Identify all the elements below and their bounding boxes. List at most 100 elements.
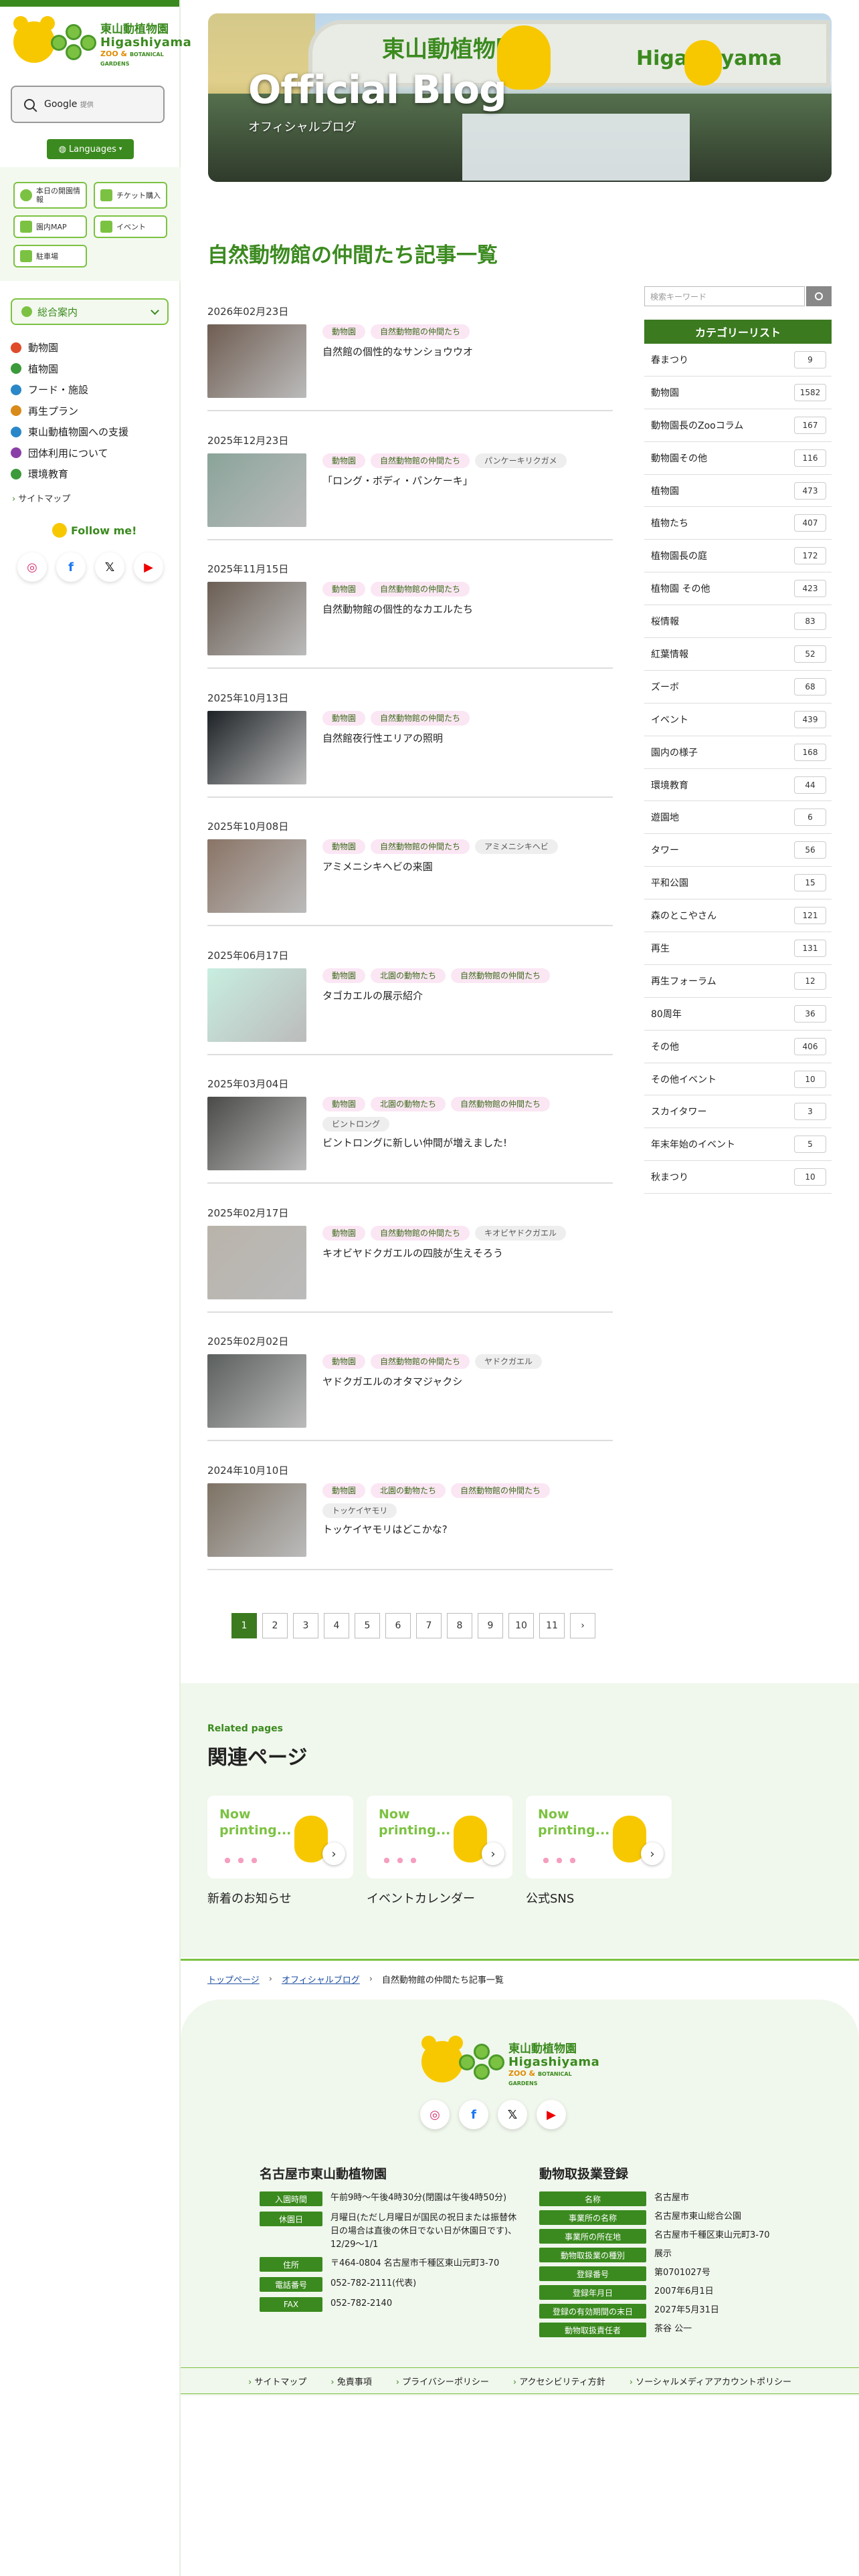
footer-nav-link[interactable]: 免責事項 <box>330 2375 372 2387</box>
category-item[interactable]: 動物園長のZooコラム 167 <box>644 409 832 442</box>
category-tag[interactable]: 自然動物館の仲間たち <box>451 1483 551 1498</box>
category-item[interactable]: スカイタワー 3 <box>644 1095 832 1129</box>
category-item[interactable]: 植物園 その他 423 <box>644 572 832 606</box>
page-number-button[interactable]: 3 <box>293 1613 318 1638</box>
footer-nav-link[interactable]: プライバシーポリシー <box>396 2375 489 2387</box>
category-tag[interactable]: 自然動物館の仲間たち <box>371 582 470 597</box>
page-number-button[interactable]: 2 <box>262 1613 288 1638</box>
article-thumbnail[interactable] <box>207 1225 306 1299</box>
category-item[interactable]: その他イベント 10 <box>644 1063 832 1096</box>
article-title[interactable]: キオビヤドクガエルの四肢が生えそろう <box>322 1246 503 1260</box>
category-item[interactable]: 80周年 36 <box>644 998 832 1031</box>
parking-button[interactable]: 駐車場 <box>13 245 87 267</box>
footer-nav-link[interactable]: サイトマップ <box>248 2375 306 2387</box>
page-number-button[interactable]: 6 <box>385 1613 411 1638</box>
youtube-icon[interactable]: ▶ <box>537 2100 566 2129</box>
site-search-input[interactable]: Google 提供 <box>11 86 165 123</box>
article-title[interactable]: 自然動物館の個性的なカエルたち <box>322 602 473 616</box>
article-item[interactable]: 2025年12月23日 動物園 自然動物館の仲間たち パンケーキリクガメ 「ロング・ボデ… <box>207 433 613 540</box>
category-tag[interactable]: 動物園 <box>322 710 366 726</box>
category-tag[interactable]: ヤドクガエル <box>475 1354 543 1369</box>
category-item[interactable]: 環境教育 44 <box>644 769 832 802</box>
page-number-button[interactable]: 7 <box>416 1613 442 1638</box>
facebook-icon[interactable]: f <box>56 552 86 582</box>
article-thumbnail[interactable] <box>207 1354 306 1428</box>
category-item[interactable]: 平和公園 15 <box>644 867 832 900</box>
article-item[interactable]: 2025年02月02日 動物園 自然動物館の仲間たち ヤドクガエル ヤドクガエルのオタマ… <box>207 1334 613 1441</box>
article-title[interactable]: 自然館夜行性エリアの照明 <box>322 731 443 745</box>
footer-nav-link[interactable]: ソーシャルメディアアカウントポリシー <box>630 2375 791 2387</box>
general-info-toggle[interactable]: 総合案内 <box>11 298 169 325</box>
sitemap-link[interactable]: サイトマップ <box>12 492 70 504</box>
article-thumbnail[interactable] <box>207 1097 306 1170</box>
opening-info-button[interactable]: 本日の開園情報 <box>13 182 87 209</box>
category-tag[interactable]: キオビヤドクガエル <box>475 1225 567 1241</box>
category-tag[interactable]: 自然動物館の仲間たち <box>371 1225 470 1241</box>
category-tag[interactable]: 動物園 <box>322 1225 366 1241</box>
next-page-button[interactable]: › <box>570 1613 595 1638</box>
article-item[interactable]: 2025年06月17日 動物園 北園の動物たち 自然動物館の仲間たち タゴカエルの展示紹… <box>207 948 613 1055</box>
category-item[interactable]: その他 406 <box>644 1031 832 1063</box>
keyword-search-button[interactable] <box>806 286 832 306</box>
category-tag[interactable]: 動物園 <box>322 1483 366 1498</box>
category-item[interactable]: 植物園 473 <box>644 475 832 508</box>
category-tag[interactable]: トッケイヤモリ <box>322 1503 397 1518</box>
article-item[interactable]: 2026年02月23日 動物園 自然動物館の仲間たち 自然館の個性的なサンショウウオ <box>207 304 613 411</box>
breadcrumb-home[interactable]: トップページ <box>207 1973 260 1985</box>
footer-logo[interactable]: 東山動植物園 Higashiyama ZOO & BOTANICAL GARDE… <box>421 2036 602 2086</box>
article-item[interactable]: 2024年10月10日 動物園 北園の動物たち 自然動物館の仲間たち トッケイヤモリ トッ… <box>207 1463 613 1570</box>
facebook-icon[interactable]: f <box>459 2100 488 2129</box>
related-card[interactable]: Now printing... › 公式SNS <box>526 1796 672 1907</box>
category-item[interactable]: 植物園長の庭 172 <box>644 540 832 573</box>
article-title[interactable]: 「ロング・ボディ・パンケーキ」 <box>322 473 473 488</box>
breadcrumb-blog[interactable]: オフィシャルブログ <box>282 1973 360 1985</box>
related-card[interactable]: Now printing... › 新着のお知らせ <box>207 1796 353 1907</box>
sidebar-item[interactable]: 東山動植物園への支援 <box>11 421 171 443</box>
category-tag[interactable]: 北園の動物たち <box>371 1097 446 1111</box>
category-tag[interactable]: 自然動物館の仲間たち <box>451 968 551 983</box>
article-thumbnail[interactable] <box>207 1483 306 1557</box>
category-tag[interactable]: 自然動物館の仲間たち <box>371 1354 470 1369</box>
category-item[interactable]: タワー 56 <box>644 834 832 867</box>
category-tag[interactable]: 自然動物館の仲間たち <box>371 324 470 339</box>
category-item[interactable]: 春まつり 9 <box>644 344 832 377</box>
arrow-right-icon[interactable]: › <box>482 1842 504 1865</box>
x-icon[interactable]: 𝕏 <box>95 552 124 582</box>
category-item[interactable]: 森のとこやさん 121 <box>644 899 832 933</box>
category-item[interactable]: 動物園 1582 <box>644 377 832 409</box>
category-item[interactable]: 園内の様子 168 <box>644 736 832 769</box>
sidebar-item[interactable]: フード・施設 <box>11 379 171 401</box>
youtube-icon[interactable]: ▶ <box>134 552 163 582</box>
sidebar-item[interactable]: 団体利用について <box>11 443 171 464</box>
category-item[interactable]: 再生 131 <box>644 932 832 965</box>
category-tag[interactable]: 自然動物館の仲間たち <box>371 453 470 468</box>
category-item[interactable]: 紅葉情報 52 <box>644 638 832 671</box>
article-thumbnail[interactable] <box>207 453 306 527</box>
arrow-right-icon[interactable]: › <box>641 1842 664 1865</box>
article-thumbnail[interactable] <box>207 710 306 784</box>
category-tag[interactable]: 動物園 <box>322 839 366 854</box>
category-item[interactable]: 再生フォーラム 12 <box>644 965 832 998</box>
article-title[interactable]: 自然館の個性的なサンショウウオ <box>322 344 473 358</box>
page-number-button[interactable]: 11 <box>539 1613 565 1638</box>
category-item[interactable]: 秋まつり 10 <box>644 1161 832 1194</box>
page-number-button[interactable]: 1 <box>231 1613 257 1638</box>
category-tag[interactable]: 動物園 <box>322 582 366 597</box>
article-item[interactable]: 2025年10月08日 動物園 自然動物館の仲間たち アミメニシキヘビ アミメニシキヘビ… <box>207 819 613 926</box>
category-tag[interactable]: 北園の動物たち <box>371 968 446 983</box>
site-logo[interactable]: 東山動植物園 Higashiyama ZOO & BOTANICAL GARDE… <box>13 16 191 67</box>
article-thumbnail[interactable] <box>207 839 306 913</box>
sidebar-item[interactable]: 環境教育 <box>11 463 171 485</box>
page-number-button[interactable]: 9 <box>478 1613 503 1638</box>
sidebar-item[interactable]: 植物園 <box>11 358 171 380</box>
category-item[interactable]: イベント 439 <box>644 704 832 736</box>
instagram-icon[interactable]: ◎ <box>17 552 47 582</box>
event-button[interactable]: イベント <box>94 215 167 238</box>
x-icon[interactable]: 𝕏 <box>498 2100 527 2129</box>
related-card[interactable]: Now printing... › イベントカレンダー <box>367 1796 512 1907</box>
article-title[interactable]: トッケイヤモリはどこかな? <box>322 1522 448 1536</box>
article-item[interactable]: 2025年10月13日 動物園 自然動物館の仲間たち 自然館夜行性エリアの照明 <box>207 691 613 798</box>
article-title[interactable]: ヤドクガエルのオタマジャクシ <box>322 1374 462 1388</box>
article-thumbnail[interactable] <box>207 324 306 398</box>
category-item[interactable]: 動物園その他 116 <box>644 442 832 475</box>
